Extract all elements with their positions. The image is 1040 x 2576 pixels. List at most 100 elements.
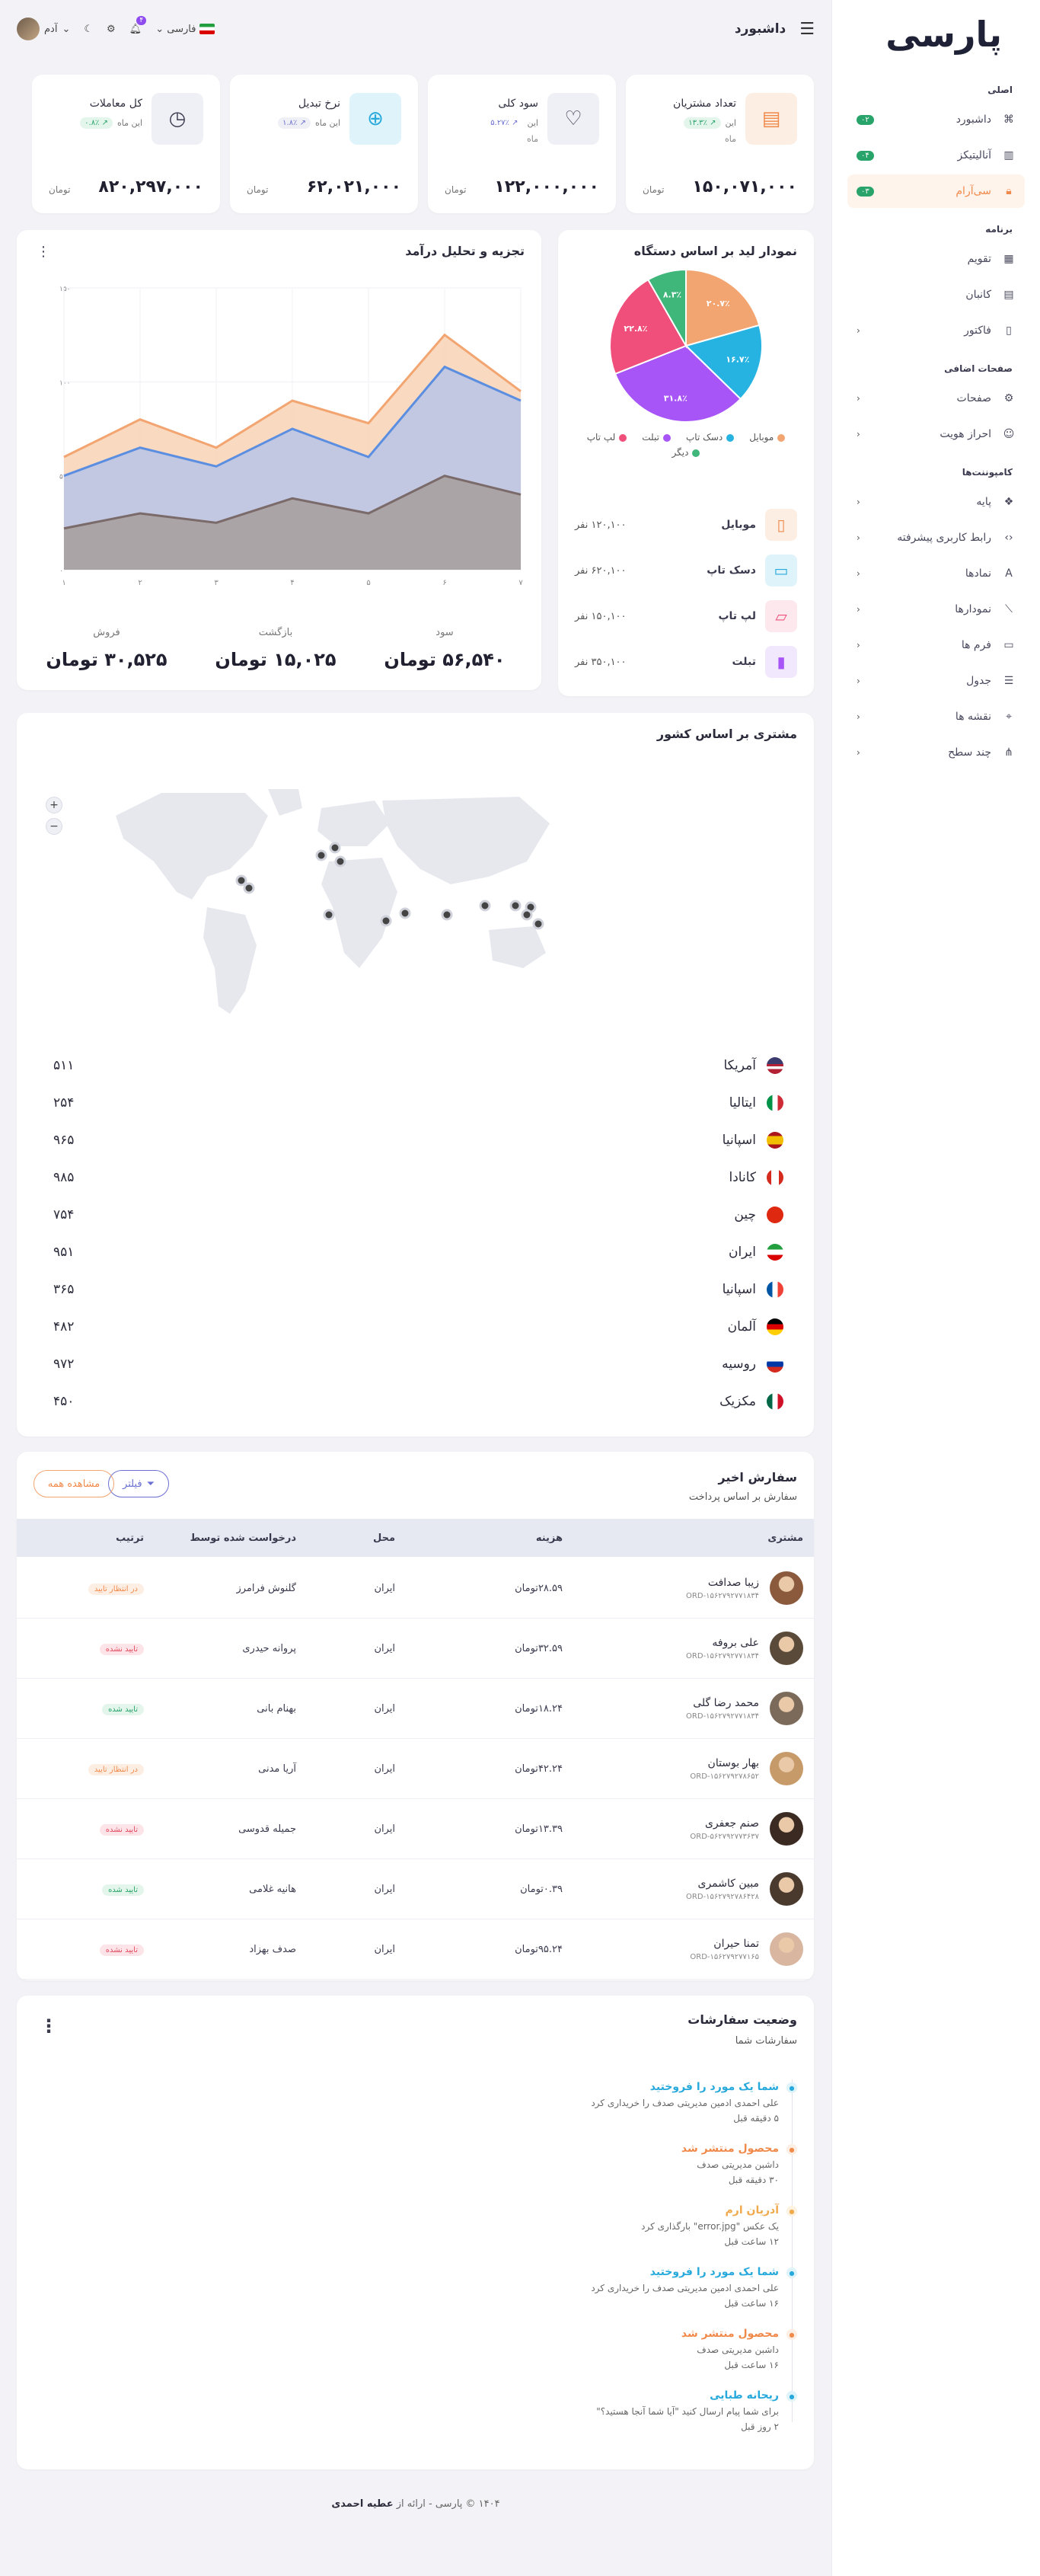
stat-card-3: ◷ کل معاملات این ماه ↗ ۰.۸٪ ۸۲۰,۲۹۷,۰۰۰ تومان [32, 75, 220, 213]
sidebar-item-5[interactable]: ▯ فاکتور ‹ [847, 314, 1025, 347]
stat-title: تعداد مشتریان [673, 97, 736, 110]
country-value: ۹۷۲ [53, 1356, 75, 1372]
map-zoom-out-button[interactable]: − [46, 818, 62, 835]
revenue-summary-1: بازگشت ۱۵,۰۲۵ تومان [196, 627, 356, 670]
sidebar-item-9[interactable]: ‹› رابط کاربری پیشرفته ‹ [847, 521, 1025, 555]
x-tick-label: ۴ [290, 579, 294, 587]
order-row[interactable]: تمنا حیران ORD-۱۵۶۲۷۹۲۷۷۱۶۵ ۹۵.۲۴تومان ایرا… [17, 1919, 814, 1980]
y-tick-label: ۱۰۰ [59, 379, 71, 387]
sidebar-item-0[interactable]: ⌘ داشبورد ۰۲ [847, 103, 1025, 136]
timeline-title[interactable]: محصول منتشر شد [569, 2328, 779, 2340]
more-vertical-icon[interactable]: ⋮ [37, 244, 50, 260]
sidebar-item-11[interactable]: ⟋ نمودارها ‹ [847, 593, 1025, 626]
sidebar-item-13[interactable]: ☰ جدول ‹ [847, 664, 1025, 698]
view-all-button[interactable]: مشاهده همه [33, 1470, 114, 1497]
hamburger-menu-icon[interactable]: ☰ [799, 20, 815, 39]
order-cost: ۳۲.۵۹تومان [515, 1642, 563, 1654]
orders-column-header[interactable]: درخواست شده توسط [159, 1532, 296, 1544]
settings-gear-icon[interactable]: ⚙ [107, 24, 116, 35]
stat-period: ماه [526, 134, 538, 144]
revenue-card-title: تجزیه و تحلیل درآمد [405, 244, 525, 258]
kanban-icon: ▤ [1003, 289, 1014, 301]
sidebar-item-10[interactable]: A نمادها ‹ [847, 557, 1025, 590]
footer-author-link[interactable]: عطیه احمدی [331, 2498, 393, 2510]
orders-column-header[interactable]: هزینه [456, 1532, 563, 1544]
order-row[interactable]: مبین کاشمری ORD-۱۵۶۲۷۹۲۷۸۶۴۲۸ ۰.۳۹تومان ایر… [17, 1859, 814, 1919]
orders-column-header[interactable]: مشتری [605, 1532, 803, 1544]
country-value: ۲۵۴ [53, 1095, 75, 1111]
country-row: ایران ۹۵۱ [53, 1233, 783, 1270]
order-requested-by: جمیله قدوسی [238, 1823, 296, 1835]
user-menu[interactable]: ⌄ آدم [17, 18, 70, 40]
device-card-title: نمودار لید بر اساس دستگاه [633, 244, 797, 258]
order-row[interactable]: صنم جعفری ORD-۵۶۲۷۹۲۷۷۳۶۳۷ ۱۳.۳۹تومان ایران… [17, 1799, 814, 1859]
country-row: اسپانیا ۹۶۵ [53, 1121, 783, 1159]
sidebar-item-4[interactable]: ▤ کانبان [847, 278, 1025, 312]
sidebar-item-12[interactable]: ▭ فرم ها ‹ [847, 628, 1025, 662]
sidebar-item-label: پایه [976, 496, 991, 508]
orders-column-header[interactable]: محل [319, 1532, 395, 1544]
order-row[interactable]: محمد رضا گلی ORD-۱۵۶۲۷۹۲۷۷۱۸۳۴ ۱۸.۲۴تومان ا… [17, 1679, 814, 1739]
order-status-card: وضعیت سفارشات سفارشات شما ⋮ ● شما یک مورد… [17, 1996, 814, 2469]
device-row-1: ▭ دسک تاپ ۶۲۰,۱۰۰ نفر [575, 548, 797, 593]
timeline-title[interactable]: محصول منتشر شد [569, 2143, 779, 2155]
sidebar-item-7[interactable]: ☺ احراز هویت ‹ [847, 417, 1025, 451]
sidebar-item-1[interactable]: ▥ آنالیتیکز ۰۴ [847, 139, 1025, 172]
country-row: روسیه ۹۷۲ [53, 1345, 783, 1382]
sidebar-item-6[interactable]: ⚙ صفحات ‹ [847, 382, 1025, 415]
language-selector[interactable]: فارسی ⌄ [155, 24, 215, 35]
stat-title: نرخ تبدیل [298, 97, 340, 110]
order-requested-by: پروانه حیدری [242, 1642, 296, 1654]
logo[interactable]: پارسی [832, 0, 1040, 69]
sidebar-item-badge: ۰۲ [857, 114, 874, 125]
legend-dot [692, 449, 700, 457]
order-row[interactable]: بهار بوستان ORD-۱۵۶۲۷۹۲۷۸۶۵۲ ۴۲.۲۴تومان ایر… [17, 1739, 814, 1799]
sidebar-item-15[interactable]: ⋔ چند سطح ‹ [847, 736, 1025, 769]
world-map [116, 789, 550, 1014]
sidebar-item-8[interactable]: ❖ پایه ‹ [847, 485, 1025, 519]
device-leads-card: نمودار لید بر اساس دستگاه ۲۰.۷٪ ۱۶.۷٪ ۳۱.۸… [558, 230, 814, 696]
more-vertical-icon[interactable]: ⋮ [40, 2015, 58, 2037]
orders-subtitle: سفارش بر اساس پرداخت [688, 1491, 797, 1503]
flag-ir-icon [767, 1243, 783, 1261]
customer-name: زیبا صدافت [707, 1576, 759, 1589]
timeline-title[interactable]: شما یک مورد را فروختید [569, 2266, 779, 2278]
sidebar-item-2[interactable]: 🔒︎ سی‌آر‌ام ۰۳ [847, 174, 1025, 208]
customer-avatar [770, 1632, 803, 1665]
country-value: ۹۶۵ [53, 1132, 75, 1148]
filter-button[interactable]: ⏷ فیلتر [108, 1470, 169, 1497]
notification-bell-icon[interactable]: 🔔︎ ۴ [129, 15, 147, 35]
device-value: ۱۵۰,۱۰۰ نفر [575, 610, 627, 622]
timeline-item: ● آدریان ارم یک عکس "error.jpg" بارگذاری ک… [569, 2204, 797, 2247]
orders-column-header[interactable]: ترتیب [45, 1532, 144, 1544]
dark-mode-moon-icon[interactable]: ☾ [84, 24, 93, 35]
legend-dot [777, 433, 786, 442]
summary-value: ۵۶,۵۴۰ تومان [384, 649, 506, 670]
order-row[interactable]: زیبا صدافت ORD-۱۵۶۲۷۹۲۷۷۱۸۳۴ ۲۸.۵۹تومان ایر… [17, 1558, 814, 1619]
timeline-dot-icon: ● [786, 2329, 797, 2340]
customer-avatar [770, 1812, 803, 1846]
y-tick-label: ۱۵۰ [59, 286, 71, 293]
order-code: ORD-۱۵۶۲۷۹۲۷۷۱۸۳۴ [686, 1711, 759, 1721]
sidebar-item-14[interactable]: ⌖ نقشه ها ‹ [847, 700, 1025, 733]
sidebar-item-3[interactable]: ▦ تقویم [847, 242, 1025, 276]
timeline-dot-icon: ● [786, 2268, 797, 2278]
map-zoom-in-button[interactable]: + [46, 797, 62, 813]
arrow-up-icon: ↗ [297, 119, 306, 127]
chevron-left-icon: ‹ [857, 497, 860, 507]
timeline-title[interactable]: ریحانه طبایی [569, 2389, 779, 2402]
timeline-dot-icon: ● [786, 2082, 797, 2093]
order-customer: مبین کاشمری ORD-۱۵۶۲۷۹۲۷۸۶۴۲۸ [616, 1872, 814, 1906]
order-cost: ۴۲.۲۴تومان [515, 1763, 563, 1775]
filter-icon: ⏷ [146, 1478, 155, 1490]
timeline-title[interactable]: شما یک مورد را فروختید [569, 2081, 779, 2093]
user-icon: ☺ [1003, 428, 1015, 440]
menu-section-components: کامپوننت‌ها [962, 467, 1013, 478]
order-row[interactable]: علی بروفه ORD-۱۵۶۲۷۹۲۷۷۱۸۳۴ ۳۲.۵۹تومان ایرا… [17, 1619, 814, 1679]
timeline-title[interactable]: آدریان ارم [569, 2204, 780, 2216]
order-code: ORD-۱۵۶۲۷۹۲۷۸۶۵۲ [690, 1772, 759, 1781]
page-title: داشبورد [734, 21, 786, 37]
chevron-left-icon: ‹ [857, 747, 860, 758]
recent-orders-card: سفارش اخیر سفارش بر اساس پرداخت ⏷ فیلتر م… [17, 1452, 814, 1980]
device-value: ۳۵۰,۱۰۰ نفر [575, 656, 627, 668]
